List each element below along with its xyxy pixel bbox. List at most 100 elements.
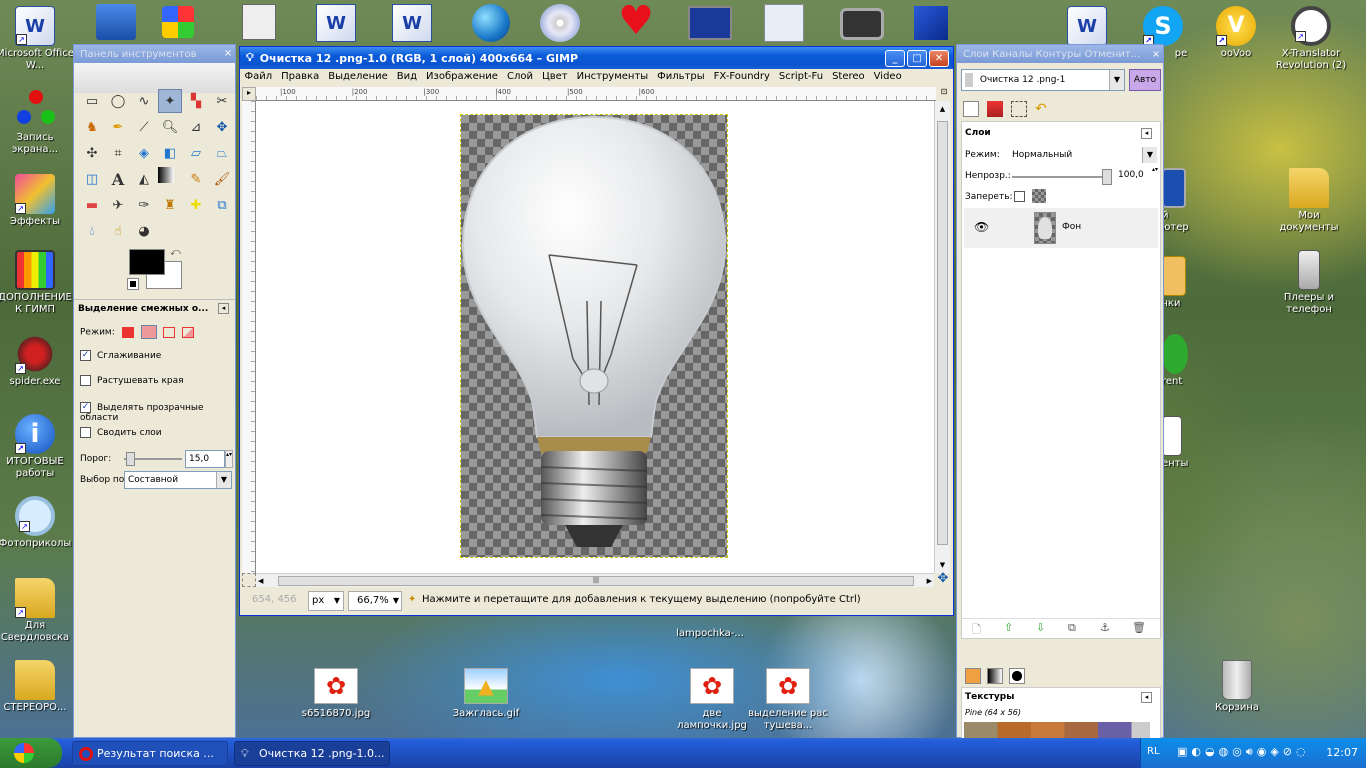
paintbrush-icon[interactable]: 🖌︎ (210, 167, 234, 191)
ruler-corner[interactable]: ▸ (242, 87, 256, 101)
zoom-combo[interactable]: 66,7% ▼ (348, 591, 402, 611)
mode-add-icon[interactable] (140, 325, 157, 339)
desktop-icon-zazhglas[interactable]: ▲ Зажглась.gif (446, 668, 526, 720)
raise-layer-icon[interactable]: ⇧ (1004, 621, 1013, 634)
gradient-icon[interactable] (158, 167, 174, 183)
chevron-down-icon[interactable]: ▼ (1109, 70, 1124, 90)
layer-mode-combo[interactable]: Нормальный ▼ (1008, 146, 1158, 164)
desktop-icon-word[interactable]: W ↗ Microsoft Office W... (0, 6, 74, 72)
layer-thumbnail[interactable] (1034, 212, 1056, 244)
mode-intersect-icon[interactable] (182, 326, 195, 338)
threshold-spinner[interactable]: ▴▾ (225, 450, 233, 468)
pencil-icon[interactable]: ✎ (184, 167, 208, 191)
vertical-scrollbar[interactable]: ▲ ▼ (934, 101, 950, 573)
rect-select-icon[interactable]: ▭ (80, 89, 104, 113)
align-icon[interactable]: ✣ (80, 141, 104, 165)
desktop-icon-lampochka[interactable]: lampochka-... (668, 620, 752, 642)
chevron-down-icon[interactable]: ▼ (1142, 147, 1157, 163)
close-icon[interactable]: × (1149, 49, 1163, 60)
foreground-select-icon[interactable]: ♞ (80, 115, 104, 139)
cd-icon[interactable] (540, 4, 580, 42)
word-doc-icon[interactable]: W (392, 4, 432, 42)
zoom-icon[interactable]: 🔍︎ (158, 115, 182, 139)
text-icon[interactable]: A (106, 167, 130, 191)
dodge-burn-icon[interactable]: ◕ (132, 219, 156, 243)
heart-icon[interactable]: ♥ (616, 1, 656, 41)
app-blue-icon[interactable] (914, 6, 948, 40)
lower-layer-icon[interactable]: ⇩ (1036, 621, 1045, 634)
color-select-icon[interactable]: ▚ (184, 89, 208, 113)
antialias-option[interactable]: ✓ Сглаживание (80, 350, 161, 361)
search-doc-icon[interactable] (764, 4, 804, 42)
default-colors-icon[interactable] (127, 278, 139, 290)
desktop-icon-two-bulbs[interactable]: ✿ две лампочки.jpg (672, 668, 752, 732)
close-icon[interactable]: × (221, 47, 235, 61)
merge-option[interactable]: Сводить слои (80, 427, 162, 438)
language-indicator[interactable]: RL (1147, 746, 1160, 757)
scroll-up-icon[interactable]: ▲ (935, 101, 950, 117)
eraser-icon[interactable]: ▬ (80, 193, 104, 217)
close-button[interactable]: ✕ (929, 49, 949, 67)
menu-file[interactable]: Файл (240, 69, 277, 85)
camera-icon[interactable] (840, 8, 884, 40)
duplicate-layer-icon[interactable]: ⧉ (1068, 621, 1076, 635)
menu-image[interactable]: Изображение (422, 69, 503, 85)
canvas-area[interactable] (256, 101, 934, 573)
channels-tab-icon[interactable] (987, 101, 1003, 117)
menu-layer[interactable]: Слой (502, 69, 537, 85)
threshold-slider[interactable] (124, 452, 182, 466)
perspective-icon[interactable]: ⏢ (210, 141, 234, 165)
slider-handle[interactable] (1102, 169, 1112, 185)
measure-icon[interactable]: ⊿ (184, 115, 208, 139)
start-button[interactable] (0, 738, 62, 768)
opacity-input[interactable]: 100,0 (1118, 170, 1144, 180)
desktop-icon-funny-photos[interactable]: ↗ Фотоприколы (0, 496, 74, 550)
nav-menu-icon[interactable]: ⊡ (938, 87, 950, 101)
window-app-icon[interactable] (688, 6, 732, 40)
minimize-button[interactable]: _ (885, 49, 905, 67)
brushes-tab-icon[interactable] (1009, 668, 1025, 684)
folder-blue-icon[interactable] (96, 4, 136, 40)
antialias-checkbox[interactable]: ✓ (80, 350, 91, 361)
delete-layer-icon[interactable]: 🗑︎ (1132, 621, 1146, 634)
feather-option[interactable]: Растушевать края (80, 375, 184, 386)
clone-icon[interactable]: ♜ (158, 193, 182, 217)
threshold-input[interactable]: 15,0 (185, 450, 225, 468)
gradients-tab-icon[interactable] (987, 668, 1003, 684)
anchor-layer-icon[interactable]: ⚓︎ (1100, 621, 1110, 634)
word-doc-icon[interactable]: W (316, 4, 356, 42)
scroll-thumb[interactable] (937, 121, 948, 545)
desktop-icon-screen-record[interactable]: Запись экрана... (0, 90, 74, 156)
heal-icon[interactable]: ✚ (184, 193, 208, 217)
menu-script-fu[interactable]: Script-Fu (774, 69, 827, 85)
desktop-icon-my-documents[interactable]: Мои документы (1270, 168, 1348, 234)
tab-menu-icon[interactable]: ◂ (1141, 128, 1152, 139)
vertical-ruler[interactable] (242, 101, 256, 573)
color-picker-icon[interactable]: ⟋ (132, 115, 156, 139)
scale-icon[interactable]: ◧ (158, 141, 182, 165)
menu-colors[interactable]: Цвет (537, 69, 572, 85)
menu-video[interactable]: Video (869, 69, 906, 85)
chevron-down-icon[interactable]: ▼ (216, 472, 231, 488)
opacity-spinner[interactable]: ▴▾ (1152, 166, 1160, 182)
paths-icon[interactable]: ✒ (106, 115, 130, 139)
ellipse-select-icon[interactable]: ◯ (106, 89, 130, 113)
swap-colors-icon[interactable]: ⤺ (170, 247, 181, 258)
lock-alpha-icon[interactable] (1032, 189, 1046, 203)
image-layer[interactable] (460, 114, 728, 558)
menu-tools[interactable]: Инструменты (572, 69, 653, 85)
foreground-color-swatch[interactable] (129, 249, 165, 275)
horizontal-ruler[interactable]: |100 |200 |300 |400 |500 |600 (256, 87, 936, 101)
clock[interactable]: 12:07 (1326, 746, 1358, 759)
move-icon[interactable]: ✥ (210, 115, 234, 139)
navigate-icon[interactable]: ✥ (935, 571, 951, 587)
transparent-option[interactable]: ✓ Выделять прозрачные области (80, 402, 235, 423)
blur-icon[interactable]: 💧︎ (80, 219, 104, 243)
desktop-icon-effects[interactable]: ↗ Эффекты (0, 174, 74, 228)
desktop-icon-recycle-bin[interactable]: Корзина (1198, 660, 1276, 714)
mode-subtract-icon[interactable] (163, 326, 176, 338)
layer-row[interactable]: 👁︎ Фон (964, 208, 1158, 248)
desktop-icon-oovoo[interactable]: V ↗ ooVoo (1197, 6, 1275, 60)
scroll-left-icon[interactable]: ◀ (258, 574, 263, 588)
globe-icon[interactable] (472, 4, 510, 42)
